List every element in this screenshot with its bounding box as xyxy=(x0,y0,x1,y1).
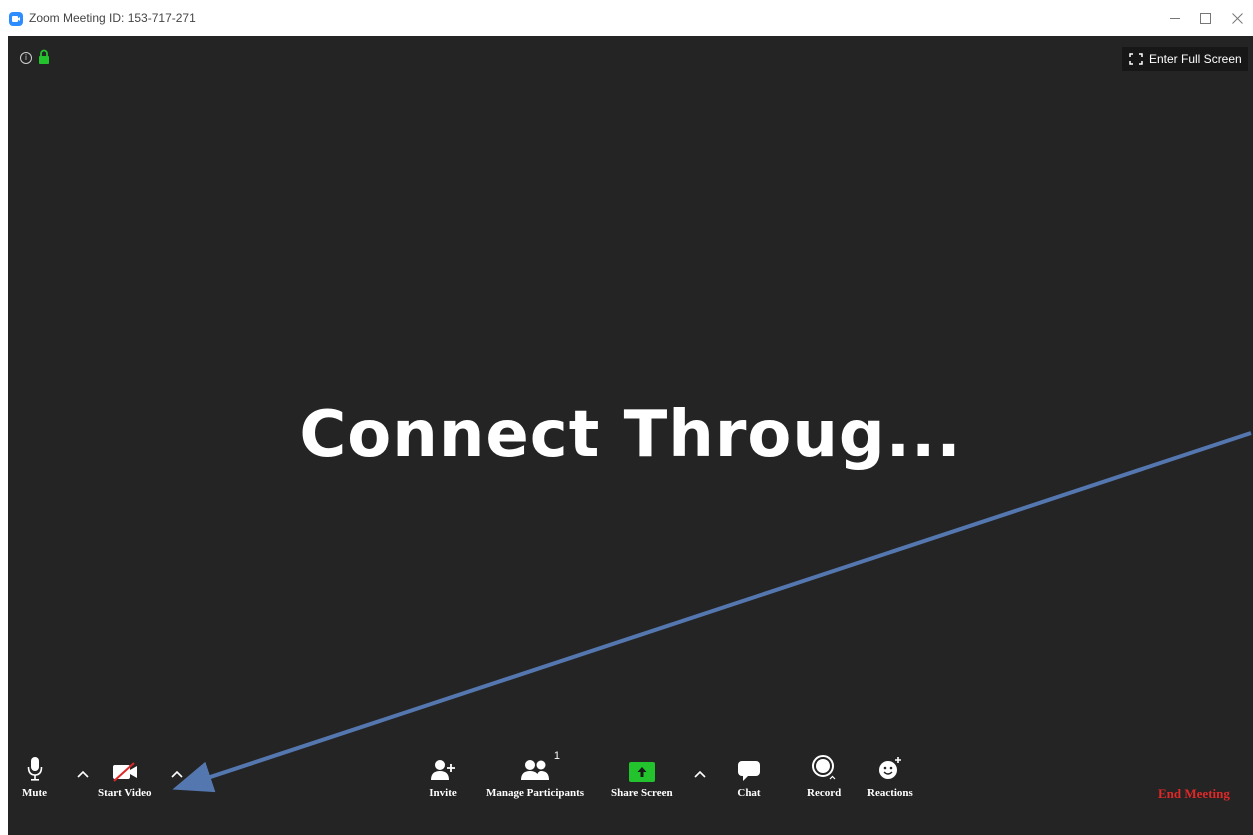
caret-up-icon[interactable] xyxy=(76,768,90,780)
microphone-icon xyxy=(27,757,42,781)
close-icon xyxy=(1231,12,1243,24)
reactions-icon xyxy=(878,757,901,779)
window-titlebar: Zoom Meeting ID: 153-717-271 xyxy=(0,0,1253,36)
meeting-view: i Enter Full Screen Connect Throug... xyxy=(8,36,1253,835)
invite-label: Invite xyxy=(429,787,457,799)
record-icon xyxy=(812,755,836,780)
start-video-button[interactable]: Start Video xyxy=(98,754,151,799)
close-button[interactable] xyxy=(1222,6,1252,30)
shared-content-title: Connect Throug... xyxy=(299,398,962,472)
share-screen-label: Share Screen xyxy=(611,787,673,799)
minimize-icon xyxy=(1170,17,1180,19)
manage-participants-button[interactable]: 1 Manage Participants xyxy=(486,750,585,799)
fullscreen-icon xyxy=(1129,53,1143,65)
add-person-icon xyxy=(431,760,455,780)
minimize-button[interactable] xyxy=(1160,6,1190,30)
share-screen-icon xyxy=(628,762,655,782)
record-button[interactable]: Record xyxy=(807,754,841,799)
lock-icon[interactable] xyxy=(38,49,50,65)
window-title: Zoom Meeting ID: 153-717-271 xyxy=(29,11,196,25)
end-meeting-button[interactable]: End Meeting xyxy=(1158,786,1230,802)
record-label: Record xyxy=(807,787,842,799)
video-off-icon xyxy=(112,762,137,782)
zoom-app-icon xyxy=(9,12,23,26)
chat-label: Chat xyxy=(737,787,761,799)
enter-fullscreen-button[interactable]: Enter Full Screen xyxy=(1122,47,1248,71)
info-icon[interactable]: i xyxy=(20,52,32,64)
mute-button[interactable]: Mute xyxy=(22,754,47,799)
invite-button[interactable]: Invite xyxy=(429,754,457,799)
fullscreen-label: Enter Full Screen xyxy=(1149,52,1242,66)
caret-up-icon[interactable] xyxy=(170,768,184,780)
chat-icon xyxy=(738,761,760,781)
manage-participants-label: Manage Participants xyxy=(486,787,585,799)
maximize-button[interactable] xyxy=(1190,6,1220,30)
participants-icon xyxy=(521,760,550,780)
chat-button[interactable]: Chat xyxy=(737,754,761,799)
mute-label: Mute xyxy=(22,787,48,799)
maximize-icon xyxy=(1199,12,1211,24)
participant-count-badge: 1 xyxy=(553,750,561,762)
share-screen-button[interactable]: Share Screen xyxy=(611,754,673,799)
reactions-button[interactable]: Reactions xyxy=(867,754,913,799)
reactions-label: Reactions xyxy=(867,787,913,799)
start-video-label: Start Video xyxy=(98,787,152,799)
caret-up-icon[interactable] xyxy=(693,768,707,780)
